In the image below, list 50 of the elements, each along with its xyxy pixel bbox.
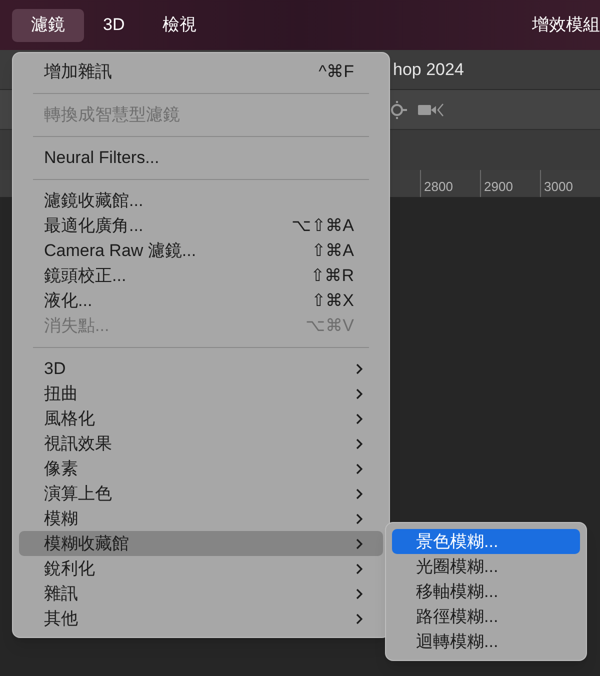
menu-item[interactable]: 演算上色: [19, 481, 383, 506]
menu-item[interactable]: 濾鏡收藏館...: [19, 188, 383, 213]
menu-item[interactable]: 視訊效果: [19, 431, 383, 456]
menu-item[interactable]: 3D: [19, 356, 383, 381]
ruler-label: 3000: [540, 170, 600, 197]
menu-item[interactable]: 扭曲: [19, 381, 383, 406]
menu-item[interactable]: 增加雜訊 ^⌘F: [19, 59, 383, 84]
chevron-right-icon: [355, 462, 363, 474]
menu-item[interactable]: 風格化: [19, 406, 383, 431]
chevron-right-icon: [355, 562, 363, 574]
chevron-right-icon: [355, 588, 363, 600]
menu-item[interactable]: 最適化廣角... ⌥⇧⌘A: [19, 213, 383, 238]
chevron-right-icon: [355, 412, 363, 424]
menu-item[interactable]: 移軸模糊...: [392, 579, 580, 604]
menu-bar-item[interactable]: 濾鏡: [12, 8, 84, 42]
window-title: hop 2024: [393, 58, 464, 81]
shortcut-label: ⌥⇧⌘A: [292, 214, 354, 237]
shortcut-label: ^⌘F: [318, 60, 354, 83]
menu-item[interactable]: 雜訊: [19, 581, 383, 606]
menu-item[interactable]: 其他: [19, 606, 383, 631]
ruler-label: 2800: [420, 170, 480, 197]
shortcut-label: ⇧⌘X: [312, 290, 354, 312]
chevron-right-icon: [355, 538, 363, 550]
transform-icon[interactable]: [388, 100, 408, 120]
chevron-right-icon: [355, 488, 363, 500]
menu-item[interactable]: 像素: [19, 456, 383, 481]
menu-bar-item[interactable]: 3D: [84, 8, 144, 42]
menu-item[interactable]: 光圈模糊...: [392, 554, 580, 579]
chevron-right-icon: [355, 512, 363, 524]
menu-item[interactable]: 模糊收藏館: [19, 531, 383, 556]
menu-bar-item[interactable]: 檢視: [144, 8, 216, 42]
menu-item[interactable]: 路徑模糊...: [392, 604, 580, 629]
menu-item[interactable]: 鏡頭校正... ⇧⌘R: [19, 263, 383, 288]
chevron-right-icon: [355, 362, 363, 374]
menu-item[interactable]: Neural Filters...: [19, 145, 383, 170]
shortcut-label: ⇧⌘R: [310, 264, 354, 287]
chevron-right-icon: [355, 438, 363, 450]
video-camera-icon[interactable]: [418, 102, 444, 116]
menu-item[interactable]: 模糊: [19, 506, 383, 531]
menu-item[interactable]: 迴轉模糊...: [392, 629, 580, 654]
menu-item[interactable]: 景色模糊...: [392, 529, 580, 554]
menu-item[interactable]: 液化... ⇧⌘X: [19, 288, 383, 313]
menu-bar-item[interactable]: 增效模組: [532, 12, 600, 38]
menu-item[interactable]: 銳利化: [19, 556, 383, 581]
chevron-right-icon: [355, 388, 363, 400]
chevron-right-icon: [355, 612, 363, 624]
shortcut-label: ⌥⌘V: [306, 314, 354, 337]
menu-item[interactable]: Camera Raw 濾鏡... ⇧⌘A: [19, 238, 383, 263]
shortcut-label: ⇧⌘A: [312, 240, 354, 262]
ruler-label: 2900: [480, 170, 540, 197]
